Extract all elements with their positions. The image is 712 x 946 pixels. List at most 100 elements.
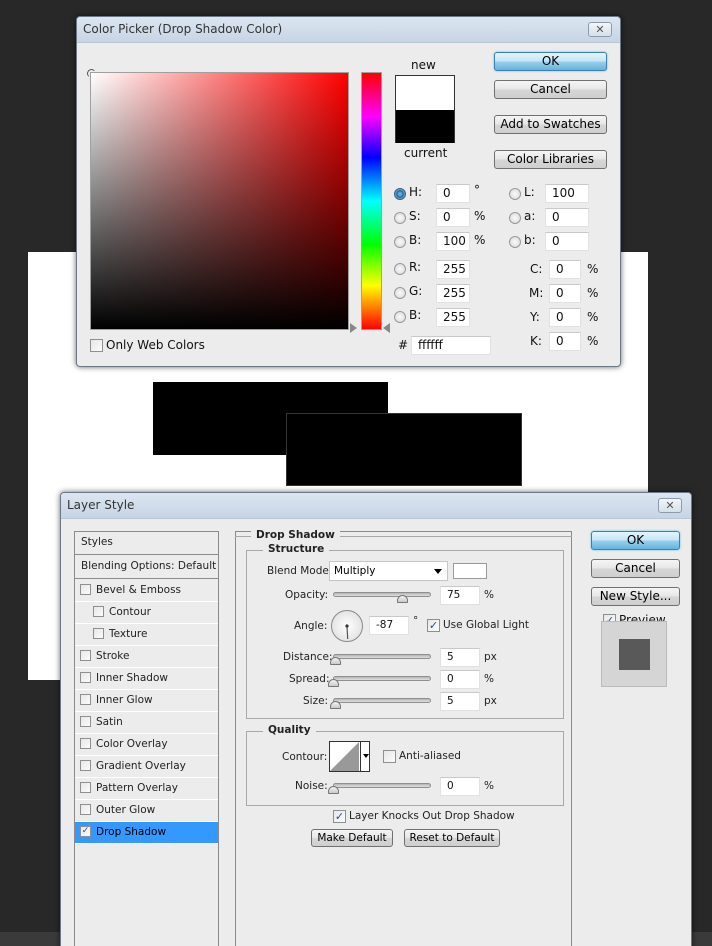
effect-item-gradient-overlay[interactable]: Gradient Overlay bbox=[75, 756, 218, 778]
effect-item-inner-shadow[interactable]: Inner Shadow bbox=[75, 668, 218, 690]
saturation-brightness-field[interactable] bbox=[90, 72, 349, 330]
hue-input[interactable]: 0 bbox=[436, 184, 470, 203]
effect-item-drop-shadow[interactable]: ✓ Drop Shadow bbox=[75, 822, 218, 844]
effect-checkbox[interactable] bbox=[80, 584, 91, 595]
hue-slider-right-arrow-icon[interactable] bbox=[383, 323, 390, 333]
effect-checkbox[interactable] bbox=[80, 738, 91, 749]
spread-slider-thumb[interactable] bbox=[328, 679, 339, 687]
close-icon[interactable]: ✕ bbox=[588, 22, 612, 37]
distance-slider[interactable] bbox=[333, 654, 431, 659]
cancel-button[interactable]: Cancel bbox=[494, 80, 607, 99]
effect-item-color-overlay[interactable]: Color Overlay bbox=[75, 734, 218, 756]
ok-button[interactable]: OK bbox=[591, 531, 680, 550]
hex-input[interactable]: ffffff bbox=[411, 336, 491, 355]
saturation-radio[interactable] bbox=[394, 212, 406, 224]
magenta-input[interactable]: 0 bbox=[549, 284, 581, 303]
size-slider-thumb[interactable] bbox=[329, 701, 341, 709]
effect-checkbox[interactable] bbox=[80, 782, 91, 793]
layer-style-titlebar[interactable]: Layer Style ✕ bbox=[61, 493, 691, 519]
only-web-colors-checkbox[interactable] bbox=[90, 339, 103, 352]
effect-item-bevel-emboss[interactable]: Bevel & Emboss bbox=[75, 580, 218, 602]
effect-item-inner-glow[interactable]: Inner Glow bbox=[75, 690, 218, 712]
make-default-button[interactable]: Make Default bbox=[311, 829, 393, 847]
effect-item-contour[interactable]: Contour bbox=[75, 602, 218, 624]
effect-item-pattern-overlay[interactable]: Pattern Overlay bbox=[75, 778, 218, 800]
effect-checkbox[interactable] bbox=[80, 650, 91, 661]
angle-dial[interactable] bbox=[331, 610, 363, 642]
use-global-light-checkbox[interactable]: ✓ bbox=[427, 619, 440, 632]
noise-slider-thumb[interactable] bbox=[328, 786, 339, 794]
current-color-swatch[interactable] bbox=[396, 110, 454, 143]
effect-checkbox[interactable] bbox=[80, 694, 91, 705]
color-libraries-button[interactable]: Color Libraries bbox=[494, 150, 607, 169]
angle-input[interactable]: -87 bbox=[369, 616, 409, 635]
color-picker-titlebar[interactable]: Color Picker (Drop Shadow Color) ✕ bbox=[77, 17, 620, 43]
noise-unit: % bbox=[484, 780, 494, 792]
lab-b-radio[interactable] bbox=[509, 236, 521, 248]
effect-item-outer-glow[interactable]: Outer Glow bbox=[75, 800, 218, 822]
anti-aliased-checkbox[interactable] bbox=[383, 750, 396, 763]
effect-label: Drop Shadow bbox=[96, 826, 167, 838]
lab-l-input[interactable]: 100 bbox=[545, 184, 589, 203]
contour-picker[interactable] bbox=[329, 741, 370, 772]
spread-label: Spread: bbox=[289, 673, 330, 685]
effect-checkbox[interactable] bbox=[80, 760, 91, 771]
blend-mode-select[interactable]: Multiply bbox=[329, 561, 448, 581]
brightness-input[interactable]: 100 bbox=[436, 232, 470, 251]
blue-radio[interactable] bbox=[394, 311, 406, 323]
reset-to-default-button[interactable]: Reset to Default bbox=[404, 829, 500, 847]
effect-checkbox[interactable]: ✓ bbox=[80, 826, 91, 837]
color-field-marker[interactable] bbox=[87, 69, 96, 78]
red-input[interactable]: 255 bbox=[436, 260, 470, 279]
layer-knocks-out-checkbox[interactable]: ✓ bbox=[333, 810, 346, 823]
effect-checkbox[interactable] bbox=[80, 804, 91, 815]
current-color-label: current bbox=[404, 146, 448, 160]
lab-a-radio[interactable] bbox=[509, 212, 521, 224]
opacity-slider-thumb[interactable] bbox=[397, 595, 408, 603]
saturation-input[interactable]: 0 bbox=[436, 208, 470, 227]
green-input[interactable]: 255 bbox=[436, 284, 470, 303]
lab-a-input[interactable]: 0 bbox=[545, 208, 589, 227]
close-icon[interactable]: ✕ bbox=[658, 498, 682, 513]
effect-checkbox[interactable] bbox=[93, 628, 104, 639]
size-input[interactable]: 5 bbox=[440, 692, 480, 711]
red-radio[interactable] bbox=[394, 263, 406, 275]
effect-checkbox[interactable] bbox=[80, 672, 91, 683]
lab-l-radio[interactable] bbox=[509, 188, 521, 200]
styles-header[interactable]: Styles bbox=[75, 532, 218, 555]
hue-slider-left-arrow-icon[interactable] bbox=[350, 323, 357, 333]
new-color-swatch[interactable] bbox=[396, 76, 454, 110]
effect-item-satin[interactable]: Satin bbox=[75, 712, 218, 734]
spread-slider[interactable] bbox=[333, 676, 431, 681]
effect-checkbox[interactable] bbox=[93, 606, 104, 617]
lab-b-input[interactable]: 0 bbox=[545, 232, 589, 251]
shadow-color-swatch[interactable] bbox=[453, 563, 487, 579]
blending-options-label: Blending Options: Default bbox=[81, 560, 217, 572]
spread-input[interactable]: 0 bbox=[440, 670, 480, 689]
hue-slider[interactable] bbox=[361, 72, 382, 330]
chevron-down-icon[interactable] bbox=[363, 754, 369, 758]
black-input[interactable]: 0 bbox=[549, 332, 581, 351]
brightness-radio[interactable] bbox=[394, 236, 406, 248]
distance-slider-thumb[interactable] bbox=[329, 657, 341, 665]
opacity-slider[interactable] bbox=[333, 592, 431, 597]
new-style-button[interactable]: New Style... bbox=[591, 587, 680, 606]
add-to-swatches-button[interactable]: Add to Swatches bbox=[494, 115, 607, 134]
size-slider[interactable] bbox=[333, 698, 431, 703]
noise-input[interactable]: 0 bbox=[440, 777, 480, 796]
magenta-unit: % bbox=[587, 286, 599, 300]
effect-item-stroke[interactable]: Stroke bbox=[75, 646, 218, 668]
cancel-button[interactable]: Cancel bbox=[591, 559, 680, 578]
distance-input[interactable]: 5 bbox=[440, 648, 480, 667]
blending-options-item[interactable]: Blending Options: Default bbox=[75, 556, 218, 579]
yellow-input[interactable]: 0 bbox=[549, 308, 581, 327]
hue-radio[interactable] bbox=[394, 188, 406, 200]
blue-input[interactable]: 255 bbox=[436, 308, 470, 327]
noise-slider[interactable] bbox=[333, 783, 431, 788]
cyan-input[interactable]: 0 bbox=[549, 260, 581, 279]
ok-button[interactable]: OK bbox=[494, 52, 607, 71]
green-radio[interactable] bbox=[394, 287, 406, 299]
effect-item-texture[interactable]: Texture bbox=[75, 624, 218, 646]
opacity-input[interactable]: 75 bbox=[440, 586, 480, 605]
effect-checkbox[interactable] bbox=[80, 716, 91, 727]
